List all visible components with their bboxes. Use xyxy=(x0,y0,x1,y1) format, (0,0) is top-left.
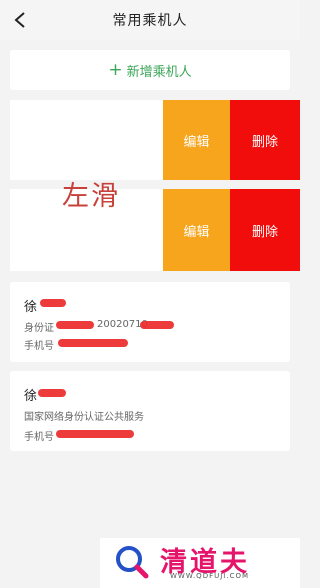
add-passenger-label: 新增乘机人 xyxy=(126,64,192,80)
swiped-passenger-card[interactable]: 编辑 删除 xyxy=(10,100,300,180)
plus-icon: + xyxy=(108,59,123,80)
watermark: 清道夫 WWW.QDFUJI.COM xyxy=(100,538,300,588)
redaction-mark xyxy=(56,321,94,329)
add-passenger-button[interactable]: + 新增乘机人 xyxy=(10,50,290,90)
magnifier-logo-icon xyxy=(116,546,149,579)
passenger-id-label: 身份证 xyxy=(24,323,54,334)
chevron-left-icon xyxy=(14,12,25,28)
edit-button[interactable]: 编辑 xyxy=(163,100,230,180)
passenger-name: 徐 xyxy=(24,389,38,404)
back-button[interactable] xyxy=(8,8,32,32)
passenger-name: 徐 xyxy=(24,300,38,315)
redaction-mark xyxy=(40,299,66,307)
passenger-card[interactable]: 徐 国家网络身份认证公共服务 手机号 xyxy=(10,371,290,451)
header-bar: 常用乘机人 xyxy=(0,0,300,40)
redaction-mark xyxy=(58,339,128,347)
redaction-mark xyxy=(140,321,174,329)
edit-button[interactable]: 编辑 xyxy=(163,189,230,271)
passenger-card[interactable]: 徐 身份证 20020710 手机号 xyxy=(10,282,290,362)
redaction-mark xyxy=(56,430,134,438)
redaction-mark xyxy=(38,389,66,397)
swipe-left-annotation: 左滑 xyxy=(62,181,120,212)
swiped-passenger-card[interactable]: 编辑 删除 xyxy=(10,189,300,271)
delete-button[interactable]: 删除 xyxy=(230,100,300,180)
delete-button[interactable]: 删除 xyxy=(230,189,300,271)
passenger-id-label: 国家网络身份认证公共服务 xyxy=(24,412,144,423)
passenger-phone-label: 手机号 xyxy=(24,341,54,352)
page-title: 常用乘机人 xyxy=(112,13,188,29)
passenger-phone-label: 手机号 xyxy=(24,432,54,443)
watermark-url: WWW.QDFUJI.COM xyxy=(170,572,250,580)
